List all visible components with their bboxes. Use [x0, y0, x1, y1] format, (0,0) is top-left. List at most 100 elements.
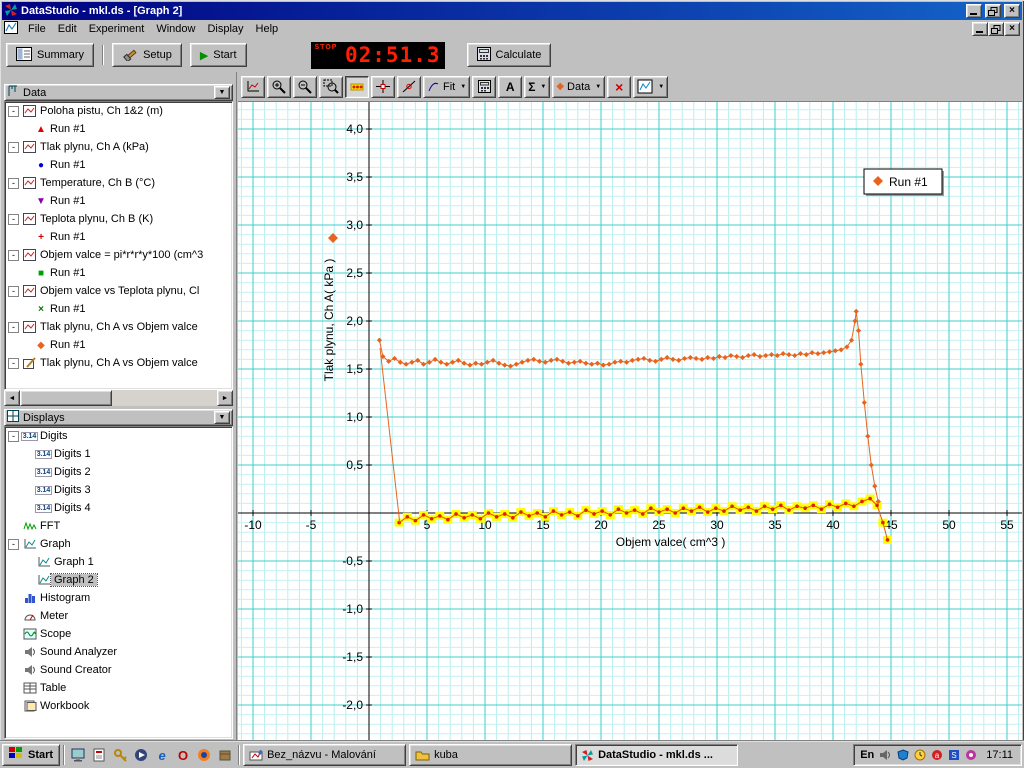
display-item-table[interactable]: Table	[5, 679, 232, 697]
display-item-digits[interactable]: -3.14Digits	[5, 427, 232, 445]
expand-toggle-icon[interactable]: -	[8, 214, 19, 225]
menu-experiment[interactable]: Experiment	[83, 21, 151, 37]
quicklaunch-desktop-icon[interactable]	[68, 745, 88, 765]
setup-label: Setup	[143, 49, 172, 61]
language-indicator[interactable]: En	[860, 749, 874, 761]
expand-toggle-icon[interactable]: -	[8, 178, 19, 189]
data-source-item[interactable]: -Objem valce = pi*r*r*y*100 (cm^3	[5, 246, 232, 264]
menu-window[interactable]: Window	[150, 21, 201, 37]
data-panel-header[interactable]: Data ▼	[4, 84, 233, 101]
displays-panel-dropdown-arrow[interactable]: ▼	[214, 411, 230, 424]
data-panel-dropdown-arrow[interactable]: ▼	[214, 86, 230, 99]
quicklaunch-document-icon[interactable]	[89, 745, 109, 765]
run-item[interactable]: ◆Run #1	[5, 336, 232, 354]
display-item-digits-2[interactable]: 3.14Digits 2	[5, 463, 232, 481]
data-source-item[interactable]: -Tlak plynu, Ch A vs Objem valce	[5, 318, 232, 336]
run-item[interactable]: ●Run #1	[5, 156, 232, 174]
expand-toggle-icon[interactable]: -	[8, 142, 19, 153]
task-button-paint[interactable]: Bez_názvu - Malování	[243, 744, 406, 766]
expand-toggle-icon[interactable]: -	[8, 358, 19, 369]
tray-blue-badge-icon[interactable]: S	[946, 748, 961, 763]
child-restore-button[interactable]	[988, 22, 1004, 36]
displays-panel-header[interactable]: Displays ▼	[4, 409, 233, 426]
run-item[interactable]: ×Run #1	[5, 300, 232, 318]
menu-edit[interactable]: Edit	[52, 21, 83, 37]
quicklaunch-firefox-icon[interactable]	[194, 745, 214, 765]
display-item-graph-2[interactable]: Graph 2	[5, 571, 232, 589]
zoom-out-button[interactable]	[293, 76, 317, 98]
tray-scheduler-icon[interactable]	[912, 748, 927, 763]
data-menu-button[interactable]: ◆Data▼	[552, 76, 605, 98]
display-item-sound-analyzer[interactable]: Sound Analyzer	[5, 643, 232, 661]
task-button-datastudio[interactable]: DataStudio - mkl.ds ...	[575, 744, 738, 766]
data-source-item[interactable]: -Objem valce vs Teplota plynu, Cl	[5, 282, 232, 300]
expand-toggle-icon[interactable]: -	[8, 286, 19, 297]
start-experiment-button[interactable]: ▶ Start	[190, 43, 247, 67]
setup-button[interactable]: Setup	[112, 43, 182, 67]
expand-toggle-icon[interactable]: -	[8, 106, 19, 117]
run-item[interactable]: ▼Run #1	[5, 192, 232, 210]
slope-tool-button[interactable]	[397, 76, 421, 98]
quicklaunch-keys-icon[interactable]	[110, 745, 130, 765]
zoom-select-button[interactable]	[319, 76, 343, 98]
quicklaunch-media-player-icon[interactable]	[131, 745, 151, 765]
tray-red-badge-icon[interactable]: a	[929, 748, 944, 763]
display-item-workbook[interactable]: Workbook	[5, 697, 232, 715]
fit-menu-button[interactable]: Fit▼	[423, 76, 470, 98]
display-item-histogram[interactable]: Histogram	[5, 589, 232, 607]
tray-volume-icon[interactable]	[878, 748, 893, 763]
menu-help[interactable]: Help	[250, 21, 285, 37]
restore-button[interactable]	[985, 4, 1001, 18]
data-source-item[interactable]: -Temperature, Ch B (°C)	[5, 174, 232, 192]
tray-shield-icon[interactable]	[895, 748, 910, 763]
display-item-scope[interactable]: Scope	[5, 625, 232, 643]
statistics-button[interactable]: Σ▼	[524, 76, 550, 98]
slope-tool-icon	[401, 79, 417, 94]
smart-tool-button[interactable]	[371, 76, 395, 98]
expand-toggle-icon[interactable]: -	[8, 431, 19, 442]
expand-toggle-icon[interactable]: -	[8, 250, 19, 261]
menu-file[interactable]: File	[22, 21, 52, 37]
data-source-item[interactable]: -Tlak plynu, Ch A (kPa)	[5, 138, 232, 156]
start-menu-button[interactable]: Start	[2, 744, 60, 766]
quicklaunch-opera-icon[interactable]: O	[173, 745, 193, 765]
scroll-left-arrow[interactable]: ◄	[4, 390, 20, 406]
text-annotation-button[interactable]: A	[498, 76, 522, 98]
graph-settings-button[interactable]: ▼	[633, 76, 668, 98]
remove-button[interactable]: ×	[607, 76, 631, 98]
data-source-item[interactable]: -Tlak plynu, Ch A vs Objem valce	[5, 354, 232, 372]
plot-area[interactable]: -10-5510152025303540455055-2,0-1,5-1,0-0…	[238, 102, 1022, 741]
display-item-graph[interactable]: -Graph	[5, 535, 232, 553]
child-minimize-button[interactable]	[972, 22, 988, 36]
data-source-item[interactable]: -Teplota plynu, Ch B (K)	[5, 210, 232, 228]
display-item-fft[interactable]: FFT	[5, 517, 232, 535]
quicklaunch-internet-icon[interactable]: e	[152, 745, 172, 765]
data-highlight-button[interactable]	[345, 76, 369, 98]
quicklaunch-package-icon[interactable]	[215, 745, 235, 765]
calculate-tool-button[interactable]	[472, 76, 496, 98]
task-button-folder[interactable]: kuba	[409, 744, 572, 766]
scroll-right-arrow[interactable]: ►	[217, 390, 233, 406]
display-item-digits-1[interactable]: 3.14Digits 1	[5, 445, 232, 463]
display-item-meter[interactable]: Meter	[5, 607, 232, 625]
menu-display[interactable]: Display	[201, 21, 249, 37]
run-item[interactable]: +Run #1	[5, 228, 232, 246]
tray-magenta-badge-icon[interactable]	[963, 748, 978, 763]
child-close-button[interactable]: ×	[1004, 22, 1020, 36]
zoom-in-button[interactable]	[267, 76, 291, 98]
display-item-sound-creator[interactable]: Sound Creator	[5, 661, 232, 679]
display-item-digits-3[interactable]: 3.14Digits 3	[5, 481, 232, 499]
display-item-digits-4[interactable]: 3.14Digits 4	[5, 499, 232, 517]
run-item[interactable]: ▲Run #1	[5, 120, 232, 138]
expand-toggle-icon[interactable]: -	[8, 539, 19, 550]
scale-to-fit-button[interactable]	[241, 76, 265, 98]
close-button[interactable]: ×	[1004, 4, 1020, 18]
display-item-graph-1[interactable]: Graph 1	[5, 553, 232, 571]
scroll-thumb[interactable]	[20, 390, 112, 406]
run-item[interactable]: ■Run #1	[5, 264, 232, 282]
summary-button[interactable]: Summary	[6, 43, 94, 67]
calculate-button[interactable]: Calculate	[467, 43, 552, 67]
minimize-button[interactable]	[966, 4, 982, 18]
expand-toggle-icon[interactable]: -	[8, 322, 19, 333]
data-source-item[interactable]: -Poloha pistu, Ch 1&2 (m)	[5, 102, 232, 120]
